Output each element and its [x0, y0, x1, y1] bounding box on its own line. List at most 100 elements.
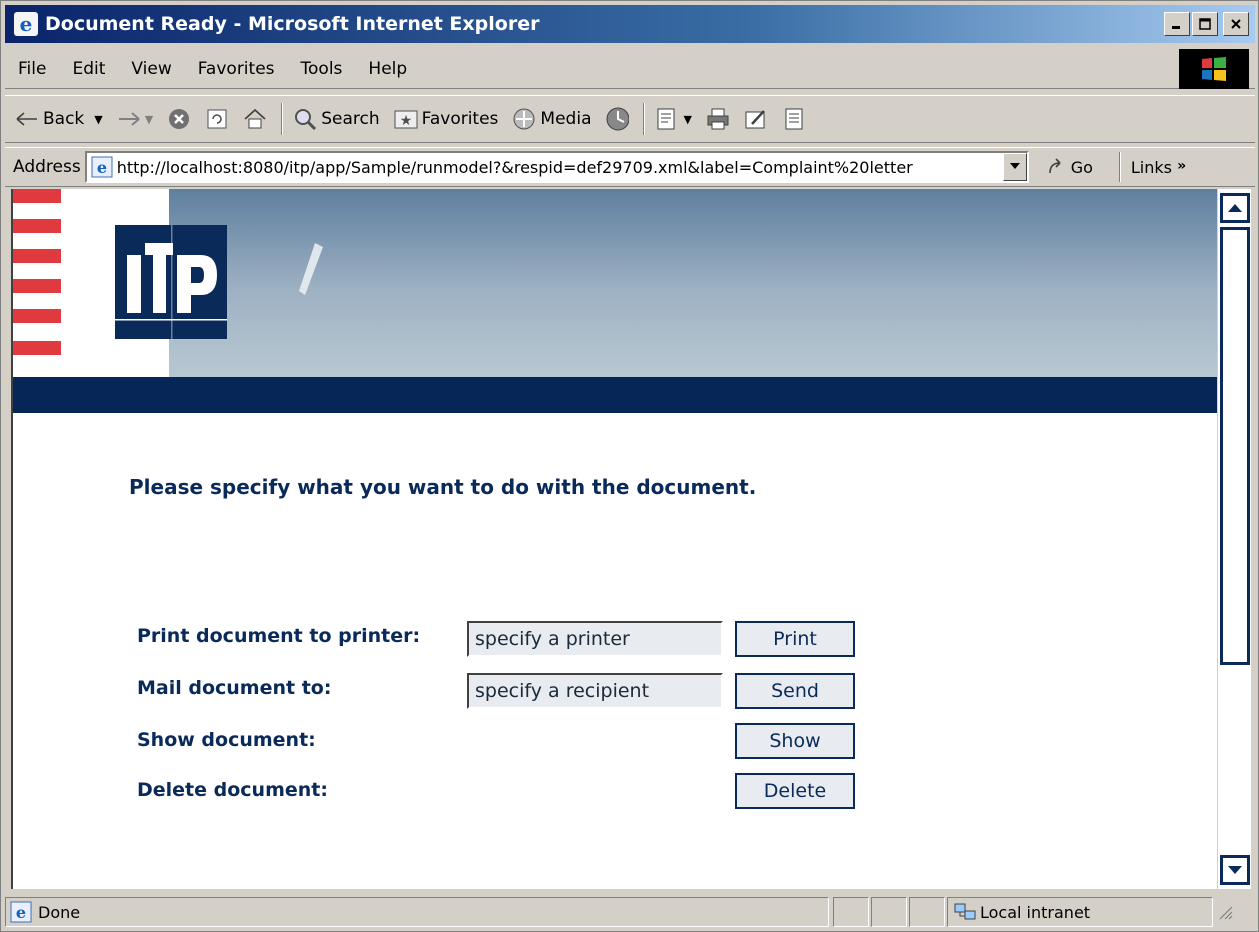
address-input[interactable]: e http://localhost:8080/itp/app/Sample/r… [84, 151, 1029, 183]
scroll-up-button[interactable] [1220, 193, 1250, 223]
notepad-icon [782, 107, 806, 131]
favorites-button[interactable]: ★ Favorites [394, 102, 499, 136]
svg-text:★: ★ [399, 113, 412, 129]
status-text: Done [38, 902, 81, 922]
status-pane-empty [871, 897, 907, 927]
page-prompt: Please specify what you want to do with … [129, 475, 757, 499]
back-label: Back [43, 109, 85, 129]
status-bar: e Done Local intranet [5, 895, 1255, 929]
delete-button[interactable]: Delete [735, 773, 855, 809]
forward-button[interactable]: ▼ [117, 102, 153, 136]
red-stripe [13, 341, 61, 355]
search-label: Search [321, 109, 380, 129]
back-arrow-icon [15, 107, 39, 131]
menu-favorites[interactable]: Favorites [185, 59, 288, 79]
standard-toolbar: Back ▼ ▼ Search ★ Favorites Media ▼ [5, 95, 1255, 143]
go-button[interactable]: Go [1047, 158, 1093, 177]
printer-input[interactable] [467, 621, 723, 657]
windows-logo-icon [1179, 49, 1249, 89]
red-stripe [13, 219, 61, 233]
chevron-down-icon [1009, 163, 1020, 169]
scroll-thumb[interactable] [1220, 227, 1250, 665]
browser-window: e Document Ready - Microsoft Internet Ex… [0, 0, 1259, 932]
mail-dropdown-icon[interactable]: ▼ [683, 113, 691, 126]
vertical-scrollbar[interactable] [1217, 189, 1251, 889]
recipient-input[interactable] [467, 673, 723, 709]
address-dropdown-button[interactable] [1002, 153, 1027, 181]
links-button[interactable]: Links » [1131, 158, 1186, 177]
page-done-icon: e [10, 901, 32, 923]
stop-icon [167, 107, 191, 131]
toolbar-separator [643, 103, 646, 135]
print-button[interactable]: Print [735, 621, 855, 657]
stop-button[interactable] [167, 102, 191, 136]
close-button[interactable] [1223, 12, 1249, 36]
resize-grip-icon[interactable] [1217, 904, 1233, 920]
mail-label: Mail document to: [137, 677, 332, 699]
banner-decoration [299, 243, 323, 295]
svg-text:e: e [16, 903, 26, 922]
scroll-down-button[interactable] [1220, 855, 1250, 885]
home-button[interactable] [243, 102, 267, 136]
back-dropdown-icon[interactable]: ▼ [94, 113, 102, 126]
arrow-down-icon [1228, 866, 1242, 874]
status-pane-empty [833, 897, 869, 927]
menu-view[interactable]: View [118, 59, 184, 79]
show-button[interactable]: Show [735, 723, 855, 759]
go-label: Go [1070, 157, 1093, 177]
links-separator [1118, 152, 1121, 182]
menu-tools[interactable]: Tools [288, 59, 356, 79]
send-button[interactable]: Send [735, 673, 855, 709]
history-button[interactable] [605, 102, 630, 136]
go-arrow-icon [1048, 158, 1061, 174]
minimize-icon [1172, 26, 1180, 29]
red-stripe [13, 189, 61, 203]
history-icon [605, 107, 630, 131]
address-url: http://localhost:8080/itp/app/Sample/run… [116, 157, 913, 177]
local-intranet-icon [954, 903, 976, 920]
print-toolbar-button[interactable] [706, 102, 730, 136]
menu-help[interactable]: Help [355, 59, 420, 79]
itp-logo [115, 225, 227, 339]
red-stripe [13, 309, 61, 323]
print-label: Print document to printer: [137, 625, 421, 647]
media-button[interactable]: Media [512, 102, 591, 136]
window-title: Document Ready - Microsoft Internet Expl… [45, 13, 540, 35]
title-bar[interactable]: e Document Ready - Microsoft Internet Ex… [5, 5, 1255, 43]
edit-page-icon [744, 107, 768, 131]
favorites-star-icon: ★ [394, 107, 418, 131]
svg-text:e: e [20, 12, 33, 36]
forward-arrow-icon [117, 107, 141, 131]
refresh-icon [205, 107, 229, 131]
ie-logo-icon: e [14, 12, 38, 36]
links-label: Links [1130, 157, 1172, 177]
red-stripe [13, 279, 61, 293]
address-bar: Address e http://localhost:8080/itp/app/… [5, 147, 1255, 187]
favorites-label: Favorites [421, 109, 499, 129]
search-icon [293, 107, 317, 131]
menu-edit[interactable]: Edit [59, 59, 118, 79]
back-button[interactable]: Back ▼ [15, 102, 103, 136]
page-icon: e [91, 156, 113, 178]
zone-pane: Local intranet [947, 897, 1213, 927]
toolbar-separator [281, 103, 284, 135]
refresh-button[interactable] [205, 102, 229, 136]
mail-icon [655, 107, 679, 131]
media-label: Media [540, 109, 592, 129]
mail-button[interactable]: ▼ [655, 102, 692, 136]
edit-button[interactable] [744, 102, 768, 136]
forward-dropdown-icon[interactable]: ▼ [145, 113, 153, 126]
maximize-button[interactable] [1192, 12, 1218, 36]
search-button[interactable]: Search [293, 102, 380, 136]
menu-file[interactable]: File [5, 59, 59, 79]
banner-navy-bar [13, 377, 1217, 413]
minimize-button[interactable] [1164, 12, 1190, 36]
arrow-up-icon [1228, 204, 1242, 212]
printer-icon [706, 107, 730, 131]
address-label: Address [13, 157, 81, 177]
page-content: Please specify what you want to do with … [11, 189, 1217, 889]
menu-bar: File Edit View Favorites Tools Help [5, 49, 1255, 89]
home-icon [243, 107, 267, 131]
discuss-button[interactable] [782, 102, 806, 136]
status-pane-empty [909, 897, 945, 927]
